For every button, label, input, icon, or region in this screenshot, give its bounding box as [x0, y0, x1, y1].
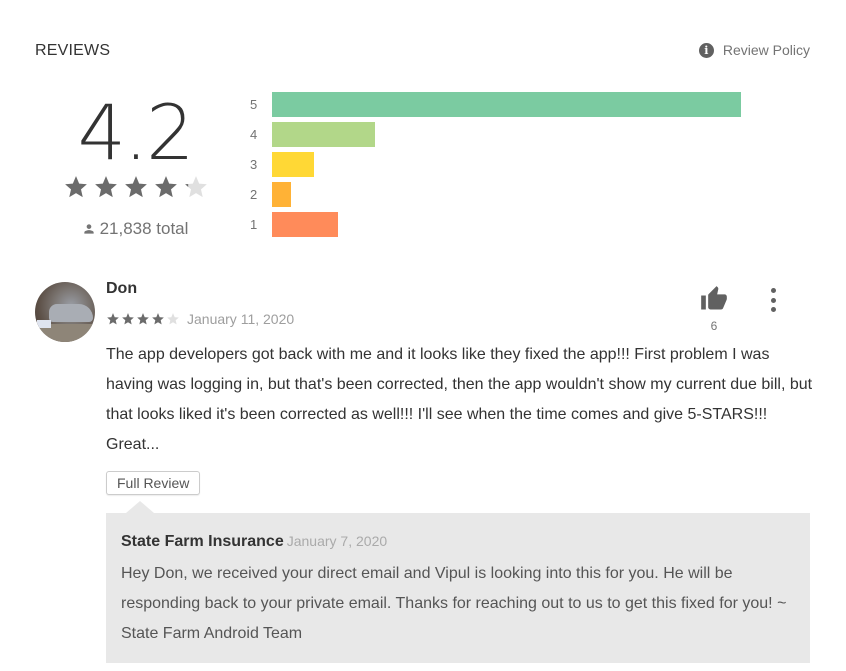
thumbs-up-icon — [701, 286, 727, 310]
reviews-heading: REVIEWS — [35, 42, 111, 59]
total-ratings-label: 21,838 total — [99, 219, 189, 238]
full-review-button[interactable]: Full Review — [106, 471, 201, 495]
histogram-row: 5 — [250, 92, 750, 117]
star-icon — [95, 176, 117, 198]
star-icon — [107, 313, 119, 325]
histogram-row: 1 — [250, 212, 750, 237]
reply-date: January 7, 2020 — [286, 533, 388, 549]
review-author: Don — [106, 280, 138, 297]
info-icon: i — [698, 42, 714, 58]
histogram-label: 1 — [250, 217, 258, 232]
reply-author: State Farm Insurance — [121, 533, 284, 550]
developer-reply: State Farm Insurance January 7, 2020 Hey … — [106, 501, 810, 663]
avatar[interactable] — [35, 282, 95, 342]
review-policy-link[interactable]: i Review Policy — [698, 42, 810, 58]
histogram-row: 4 — [250, 122, 750, 147]
star-icon — [152, 313, 164, 325]
helpful-count: 6 — [710, 319, 718, 333]
more-options-button[interactable] — [766, 288, 780, 312]
star-icon — [167, 313, 179, 325]
star-icon — [125, 176, 147, 198]
person-icon — [83, 224, 94, 234]
histogram-label: 3 — [250, 157, 258, 172]
histogram-row: 3 — [250, 152, 750, 177]
histogram-bar-3 — [272, 152, 315, 177]
reply-text: Hey Don, we received your direct email a… — [121, 565, 787, 642]
histogram-bar-5 — [272, 92, 741, 117]
histogram-row: 2 — [250, 182, 750, 207]
review-meta: January 11, 2020 — [106, 311, 294, 327]
reply-header: State Farm Insurance January 7, 2020 — [121, 533, 387, 551]
histogram-bar-2 — [272, 182, 291, 207]
rating-histogram: 5 4 3 2 1 — [250, 92, 750, 242]
review-policy-label: Review Policy — [722, 42, 810, 58]
helpful-button[interactable]: 6 — [699, 285, 729, 333]
average-rating-stars — [63, 174, 209, 200]
total-ratings: 21,838 total — [60, 219, 210, 239]
review-date: January 11, 2020 — [187, 311, 295, 327]
star-icon — [137, 313, 149, 325]
histogram-label: 5 — [250, 97, 258, 112]
average-rating-score: 4.2 — [77, 88, 195, 177]
histogram-bar-4 — [272, 122, 376, 147]
more-vert-icon — [770, 288, 776, 293]
star-icon — [185, 176, 207, 198]
star-icon — [65, 176, 87, 198]
review-text: The app developers got back with me and … — [106, 346, 813, 453]
review-stars — [106, 312, 181, 326]
histogram-bar-1 — [272, 212, 338, 237]
histogram-label: 4 — [250, 127, 258, 142]
star-icon — [122, 313, 134, 325]
star-icon — [155, 176, 177, 198]
histogram-label: 2 — [250, 187, 258, 202]
